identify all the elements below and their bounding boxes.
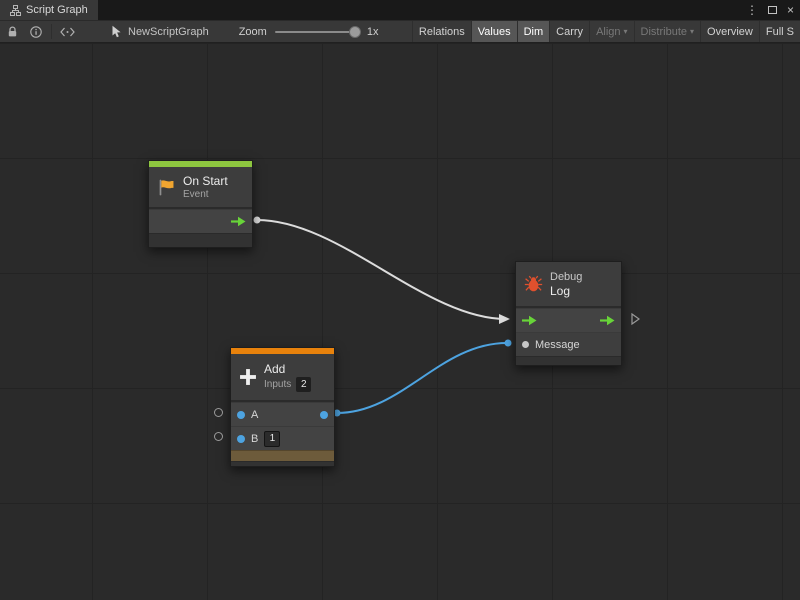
lock-icon[interactable] [0, 21, 24, 42]
node-subtitle: Event [183, 189, 228, 201]
titlebar: Script Graph ⋮ × [0, 0, 800, 20]
chevron-down-icon: ▾ [690, 27, 694, 36]
wires-layer [0, 43, 800, 600]
distribute-button: Distribute▾ [634, 21, 700, 42]
inputs-label: Inputs [264, 379, 291, 391]
overview-button[interactable]: Overview [700, 21, 759, 42]
node-header[interactable]: On Start Event [149, 167, 252, 207]
cursor-icon [111, 25, 122, 38]
zoom-slider[interactable] [275, 31, 359, 33]
node-on-start[interactable]: On Start Event [148, 160, 253, 248]
script-graph-window: Script Graph ⋮ × [0, 0, 800, 600]
flow-output-port[interactable] [600, 315, 615, 326]
flow-input-port[interactable] [522, 315, 537, 326]
port-a-label: A [251, 409, 258, 421]
inputs-count-field[interactable]: 2 [296, 377, 311, 392]
graph-reference[interactable]: NewScriptGraph [111, 25, 209, 38]
wire-arrowhead [499, 314, 510, 324]
debug-flow-output-external-port[interactable] [631, 313, 640, 325]
wire-blue-end-dot [505, 340, 512, 347]
node-footer [516, 356, 621, 365]
port-b-label: B [251, 433, 258, 445]
close-icon[interactable]: × [787, 4, 794, 16]
script-graph-icon [10, 5, 21, 16]
zoom-label: Zoom [239, 26, 267, 38]
node-header[interactable]: Debug Log [516, 262, 621, 306]
align-button: Align▾ [589, 21, 633, 42]
code-icon[interactable] [55, 21, 79, 42]
port-b-row: B 1 [231, 426, 334, 450]
port-b-input[interactable] [237, 435, 245, 443]
wire-start-dot [254, 217, 261, 224]
node-title: On Start [183, 174, 228, 188]
info-icon[interactable] [24, 21, 48, 42]
node-debug-log[interactable]: Debug Log [515, 261, 622, 366]
tab-script-graph[interactable]: Script Graph [0, 0, 98, 20]
chevron-down-icon: ▾ [624, 27, 628, 36]
graph-canvas[interactable]: On Start Event [0, 43, 800, 600]
toolbar-buttons: Relations Values Dim Carry Align▾ Distri… [412, 21, 800, 42]
flow-port-row [149, 209, 252, 233]
zoom-control: Zoom 1x [239, 26, 379, 38]
carry-button[interactable]: Carry [549, 21, 589, 42]
node-header[interactable]: Add Inputs 2 [231, 354, 334, 400]
maximize-icon[interactable] [768, 4, 777, 16]
dim-button[interactable]: Dim [517, 21, 550, 42]
node-footer [149, 233, 252, 247]
message-port-label: Message [535, 339, 580, 351]
tab-title: Script Graph [26, 4, 88, 16]
fullscreen-button[interactable]: Full S [759, 21, 800, 42]
node-footer-accent [231, 450, 334, 461]
message-port-row: Message [516, 332, 621, 356]
node-title: Add [264, 362, 311, 376]
wire-onstart-to-debuglog[interactable] [257, 220, 506, 319]
wire-add-to-message[interactable] [337, 343, 507, 413]
relations-button[interactable]: Relations [412, 21, 471, 42]
node-add[interactable]: Add Inputs 2 A B 1 [230, 347, 335, 467]
node-subtitle: Debug [550, 271, 582, 283]
port-b-value-field[interactable]: 1 [264, 431, 280, 447]
graph-name: NewScriptGraph [128, 26, 209, 38]
flow-output-port[interactable] [231, 216, 246, 227]
add-port-b-external-port[interactable] [214, 432, 223, 441]
port-a-row: A [231, 402, 334, 426]
zoom-value: 1x [367, 26, 379, 38]
message-input-port[interactable] [522, 341, 529, 348]
flow-port-row [516, 308, 621, 332]
result-output-port[interactable] [320, 411, 328, 419]
values-button[interactable]: Values [471, 21, 517, 42]
toolbar-separator [51, 24, 52, 39]
graph-toolbar: NewScriptGraph Zoom 1x Relations Values … [0, 20, 800, 43]
window-controls: ⋮ × [746, 0, 794, 20]
node-title: Log [550, 284, 582, 298]
node-footer [231, 461, 334, 466]
zoom-slider-handle[interactable] [349, 26, 361, 38]
panel-menu-icon[interactable]: ⋮ [746, 4, 758, 16]
plus-icon [239, 368, 257, 386]
port-a-input[interactable] [237, 411, 245, 419]
bug-icon [524, 275, 543, 293]
flag-icon [157, 178, 176, 197]
add-port-a-external-port[interactable] [214, 408, 223, 417]
